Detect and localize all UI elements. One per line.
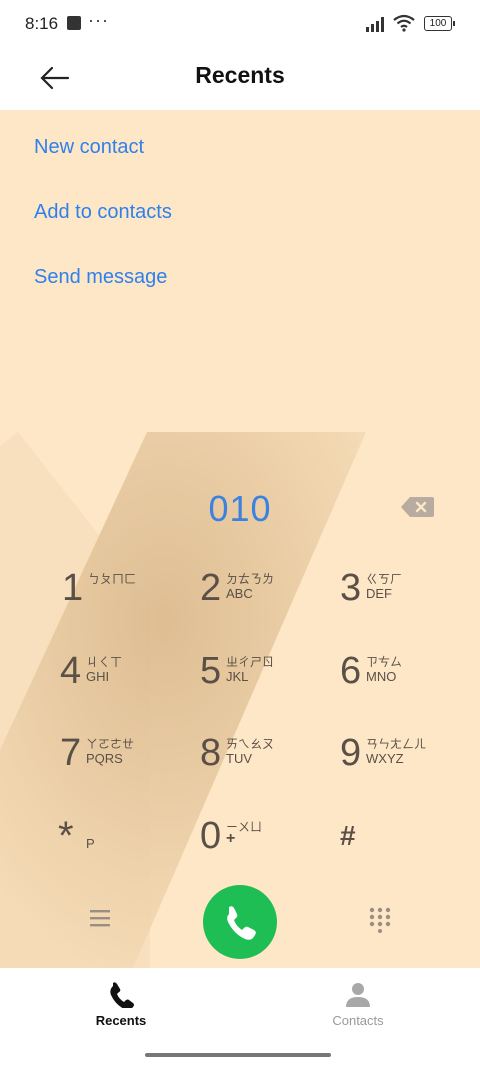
key-zhuyin: ㄞㄟㄠㄡ (226, 737, 275, 751)
key-letters: PQRS (86, 751, 123, 766)
key-star[interactable]: * P (58, 814, 198, 878)
phone-icon (227, 906, 256, 940)
key-zhuyin: ㄚㄛㄜㄝ (86, 737, 135, 751)
tab-recents-label: Recents (95, 1013, 147, 1028)
dialer-area: New contact Add to contacts Send message… (0, 110, 480, 968)
key-letters: ABC (226, 586, 253, 601)
phone-icon (110, 982, 134, 1008)
key-digit: 4 (60, 650, 82, 692)
notification-icon (67, 16, 81, 30)
key-zhuyin: ㄢㄣㄤㄥㄦ (366, 737, 427, 751)
wifi-icon (393, 14, 415, 32)
page-title: Recents (195, 62, 285, 88)
more-notifications-icon: ··· (88, 10, 109, 30)
key-zhuyin: ㄉㄊㄋㄌ (226, 572, 275, 586)
person-icon (346, 983, 370, 1007)
key-digit: 1 (62, 567, 84, 609)
tab-contacts[interactable]: Contacts (298, 978, 418, 1040)
key-letters: TUV (226, 751, 252, 766)
status-bar: 8:16 ··· 100 (0, 0, 480, 48)
key-digit: # (340, 820, 356, 851)
key-letters: DEF (366, 586, 392, 601)
bottom-nav: Recents Contacts (0, 968, 480, 1066)
hide-keypad-icon[interactable] (368, 907, 392, 933)
key-hash[interactable]: # (340, 814, 480, 878)
key-digit: 7 (60, 732, 82, 774)
key-6[interactable]: 6 ㄗㄘㄙ MNO (340, 649, 480, 713)
key-letters: + (226, 830, 236, 847)
status-time: 8:16 (25, 14, 59, 33)
key-7[interactable]: 7 ㄚㄛㄜㄝ PQRS (60, 731, 200, 795)
tab-recents[interactable]: Recents (61, 978, 181, 1040)
new-contact-link[interactable]: New contact (34, 136, 144, 159)
home-indicator[interactable] (145, 1053, 331, 1057)
key-zhuyin: ㄅㄆㄇㄈ (88, 572, 137, 586)
key-4[interactable]: 4 ㄐㄑㄒ GHI (60, 649, 200, 713)
key-letters: P (86, 836, 95, 851)
header: Recents (0, 48, 480, 110)
tab-contacts-label: Contacts (332, 1013, 384, 1028)
menu-icon[interactable] (88, 908, 112, 928)
key-0[interactable]: 0 ㄧㄨㄩ + (200, 814, 340, 878)
add-to-contacts-link[interactable]: Add to contacts (34, 201, 172, 224)
key-digit: 5 (200, 650, 222, 692)
key-digit: 3 (340, 567, 362, 609)
key-digit: 2 (200, 567, 222, 609)
key-letters: JKL (226, 669, 249, 684)
call-button[interactable] (203, 885, 277, 959)
key-3[interactable]: 3 ㄍㄎㄏ DEF (340, 566, 480, 630)
key-8[interactable]: 8 ㄞㄟㄠㄡ TUV (200, 731, 340, 795)
key-zhuyin: ㄓㄔㄕㄖ (226, 655, 275, 669)
signal-icon (366, 17, 384, 32)
key-zhuyin: ㄍㄎㄏ (366, 572, 403, 586)
key-zhuyin: ㄗㄘㄙ (366, 655, 403, 669)
key-letters: MNO (366, 669, 397, 684)
backspace-icon[interactable] (400, 496, 434, 518)
key-digit: * (58, 814, 74, 858)
key-zhuyin: ㄐㄑㄒ (86, 655, 123, 669)
key-digit: 9 (340, 732, 362, 774)
send-message-link[interactable]: Send message (34, 266, 167, 289)
key-digit: 6 (340, 650, 362, 692)
key-9[interactable]: 9 ㄢㄣㄤㄥㄦ WXYZ (340, 731, 480, 795)
key-2[interactable]: 2 ㄉㄊㄋㄌ ABC (200, 566, 340, 630)
battery-icon: 100 (424, 16, 455, 31)
key-5[interactable]: 5 ㄓㄔㄕㄖ JKL (200, 649, 340, 713)
key-letters: WXYZ (366, 751, 404, 766)
key-digit: 8 (200, 732, 222, 774)
key-letters: GHI (86, 669, 110, 684)
key-1[interactable]: 1 ㄅㄆㄇㄈ (62, 566, 202, 630)
key-digit: 0 (200, 815, 222, 857)
